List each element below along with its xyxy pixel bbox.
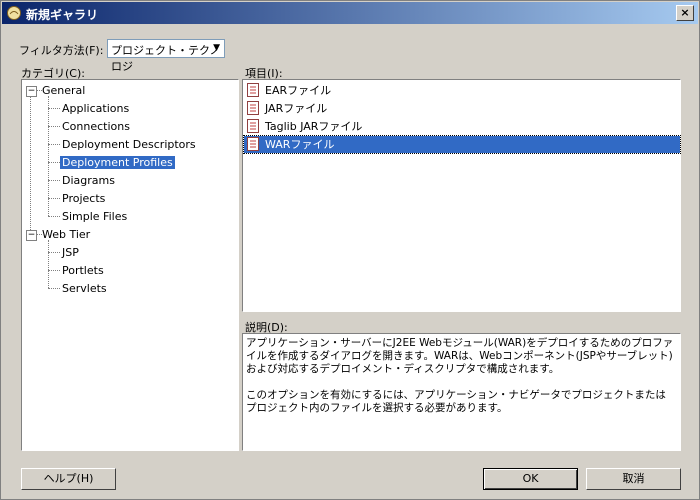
archive-file-icon: [247, 83, 259, 97]
app-icon: [7, 6, 21, 20]
dropdown-arrow-icon: ▼: [213, 43, 220, 53]
tree-line: [30, 96, 31, 240]
tree-item-deployment-profiles[interactable]: Deployment Profiles: [60, 154, 175, 171]
list-item-jar[interactable]: JARファイル: [244, 100, 680, 117]
description-panel: アプリケーション・サーバーにJ2EE Webモジュール(WAR)をデプロイするた…: [242, 333, 681, 451]
archive-file-icon: [247, 137, 259, 151]
items-list[interactable]: EARファイル JARファイル Taglib JARファイル WARファイル: [242, 79, 681, 312]
category-tree[interactable]: − General Applications Connections Deplo…: [21, 79, 239, 451]
filter-value: プロジェクト・テクノロジ: [111, 44, 221, 73]
archive-file-icon: [247, 119, 259, 133]
tree-item-jsp[interactable]: JSP: [62, 244, 79, 261]
tree-item-portlets[interactable]: Portlets: [62, 262, 104, 279]
window-title: 新規ギャラリ: [26, 8, 99, 22]
new-gallery-dialog: 新規ギャラリ × フィルタ方法(F): プロジェクト・テクノロジ ▼ カテゴリ(…: [0, 0, 700, 500]
title-bar[interactable]: 新規ギャラリ ×: [2, 2, 698, 24]
filter-label: フィルタ方法(F):: [19, 44, 104, 57]
tree-item-applications[interactable]: Applications: [62, 100, 129, 117]
cancel-button[interactable]: 取消: [586, 468, 681, 490]
tree-item-simple-files[interactable]: Simple Files: [62, 208, 127, 225]
tree-item-web-tier[interactable]: Web Tier: [42, 226, 90, 243]
list-item-war[interactable]: WARファイル: [243, 135, 681, 154]
description-text: アプリケーション・サーバーにJ2EE Webモジュール(WAR)をデプロイするた…: [246, 337, 674, 414]
tree-item-servlets[interactable]: Servlets: [62, 280, 107, 297]
tree-item-diagrams[interactable]: Diagrams: [62, 172, 115, 189]
close-button[interactable]: ×: [676, 5, 694, 21]
tree-item-connections[interactable]: Connections: [62, 118, 130, 135]
tree-item-deployment-descriptors[interactable]: Deployment Descriptors: [62, 136, 196, 153]
list-item-ear[interactable]: EARファイル: [244, 82, 680, 99]
list-item-taglib-jar[interactable]: Taglib JARファイル: [244, 118, 680, 135]
tree-item-projects[interactable]: Projects: [62, 190, 105, 207]
help-button[interactable]: ヘルプ(H): [21, 468, 116, 490]
ok-button[interactable]: OK: [483, 468, 578, 490]
filter-dropdown[interactable]: プロジェクト・テクノロジ ▼: [107, 39, 225, 73]
general-collapse-icon[interactable]: −: [26, 86, 37, 97]
archive-file-icon: [247, 101, 259, 115]
web-tier-collapse-icon[interactable]: −: [26, 230, 37, 241]
